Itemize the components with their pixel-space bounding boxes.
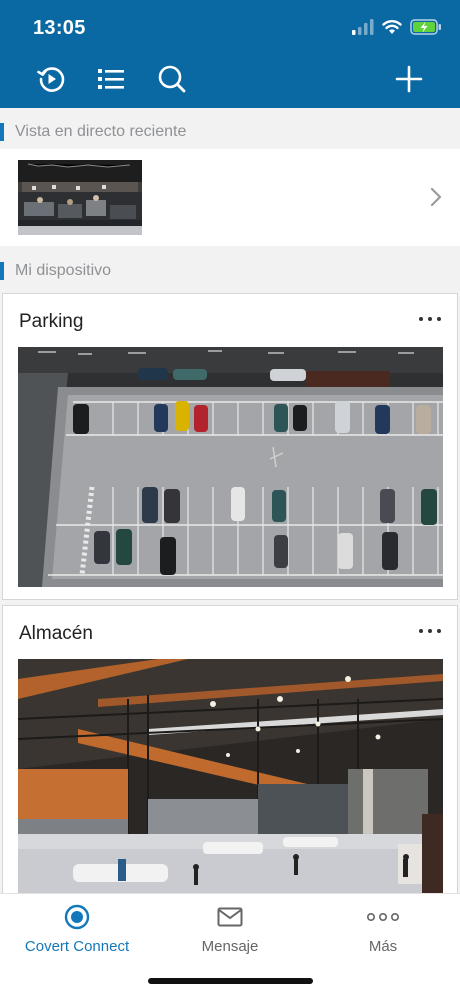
add-device-button[interactable] xyxy=(389,61,429,101)
search-button[interactable] xyxy=(152,61,192,101)
playback-button[interactable] xyxy=(31,61,71,101)
wifi-icon xyxy=(382,19,402,40)
more-dots-icon xyxy=(308,904,458,930)
more-options-button[interactable] xyxy=(419,317,441,321)
search-icon xyxy=(157,64,187,99)
tab-label: Mensaje xyxy=(201,938,259,955)
playback-icon xyxy=(36,64,66,99)
signal-icon xyxy=(352,19,374,40)
camera-icon xyxy=(2,904,152,930)
tab-mas[interactable]: Más xyxy=(308,904,458,964)
status-icons xyxy=(352,19,442,40)
tab-label: Covert Connect xyxy=(24,938,130,955)
section-accent-bar xyxy=(0,123,4,141)
home-indicator xyxy=(148,978,313,984)
section-accent-bar xyxy=(0,262,4,280)
parking-camera-preview[interactable] xyxy=(18,347,443,587)
envelope-icon xyxy=(155,904,305,930)
warehouse-camera-preview[interactable] xyxy=(18,659,443,899)
recent-section-title: Vista en directo reciente xyxy=(15,123,187,140)
tab-covert-connect[interactable]: Covert Connect xyxy=(2,904,152,964)
top-toolbar xyxy=(0,58,460,106)
device-list-button[interactable] xyxy=(91,61,131,101)
device-card[interactable]: Almacén xyxy=(2,605,458,905)
device-section-header: Mi dispositivo xyxy=(0,251,460,291)
more-dots-icon xyxy=(419,629,441,633)
app-header: 13:05 xyxy=(0,0,460,108)
device-name: Almacén xyxy=(19,623,93,644)
recent-section-header: Vista en directo reciente xyxy=(0,112,460,152)
device-card[interactable]: Parking xyxy=(2,293,458,600)
tab-label: Más xyxy=(368,938,398,955)
more-dots-icon xyxy=(419,317,441,321)
recent-live-thumbnail xyxy=(18,160,142,235)
device-section-title: Mi dispositivo xyxy=(15,262,112,279)
add-icon xyxy=(395,65,423,98)
more-options-button[interactable] xyxy=(419,629,441,633)
device-list-icon xyxy=(97,67,125,96)
bottom-tab-bar: Covert Connect Mensaje Más xyxy=(0,893,460,996)
tab-mensaje[interactable]: Mensaje xyxy=(155,904,305,964)
recent-live-view-item[interactable] xyxy=(0,149,460,246)
status-bar: 13:05 xyxy=(0,0,460,56)
chevron-right-icon xyxy=(430,187,442,212)
status-time: 13:05 xyxy=(33,17,86,39)
battery-charging-icon xyxy=(410,19,442,40)
device-name: Parking xyxy=(19,311,84,332)
